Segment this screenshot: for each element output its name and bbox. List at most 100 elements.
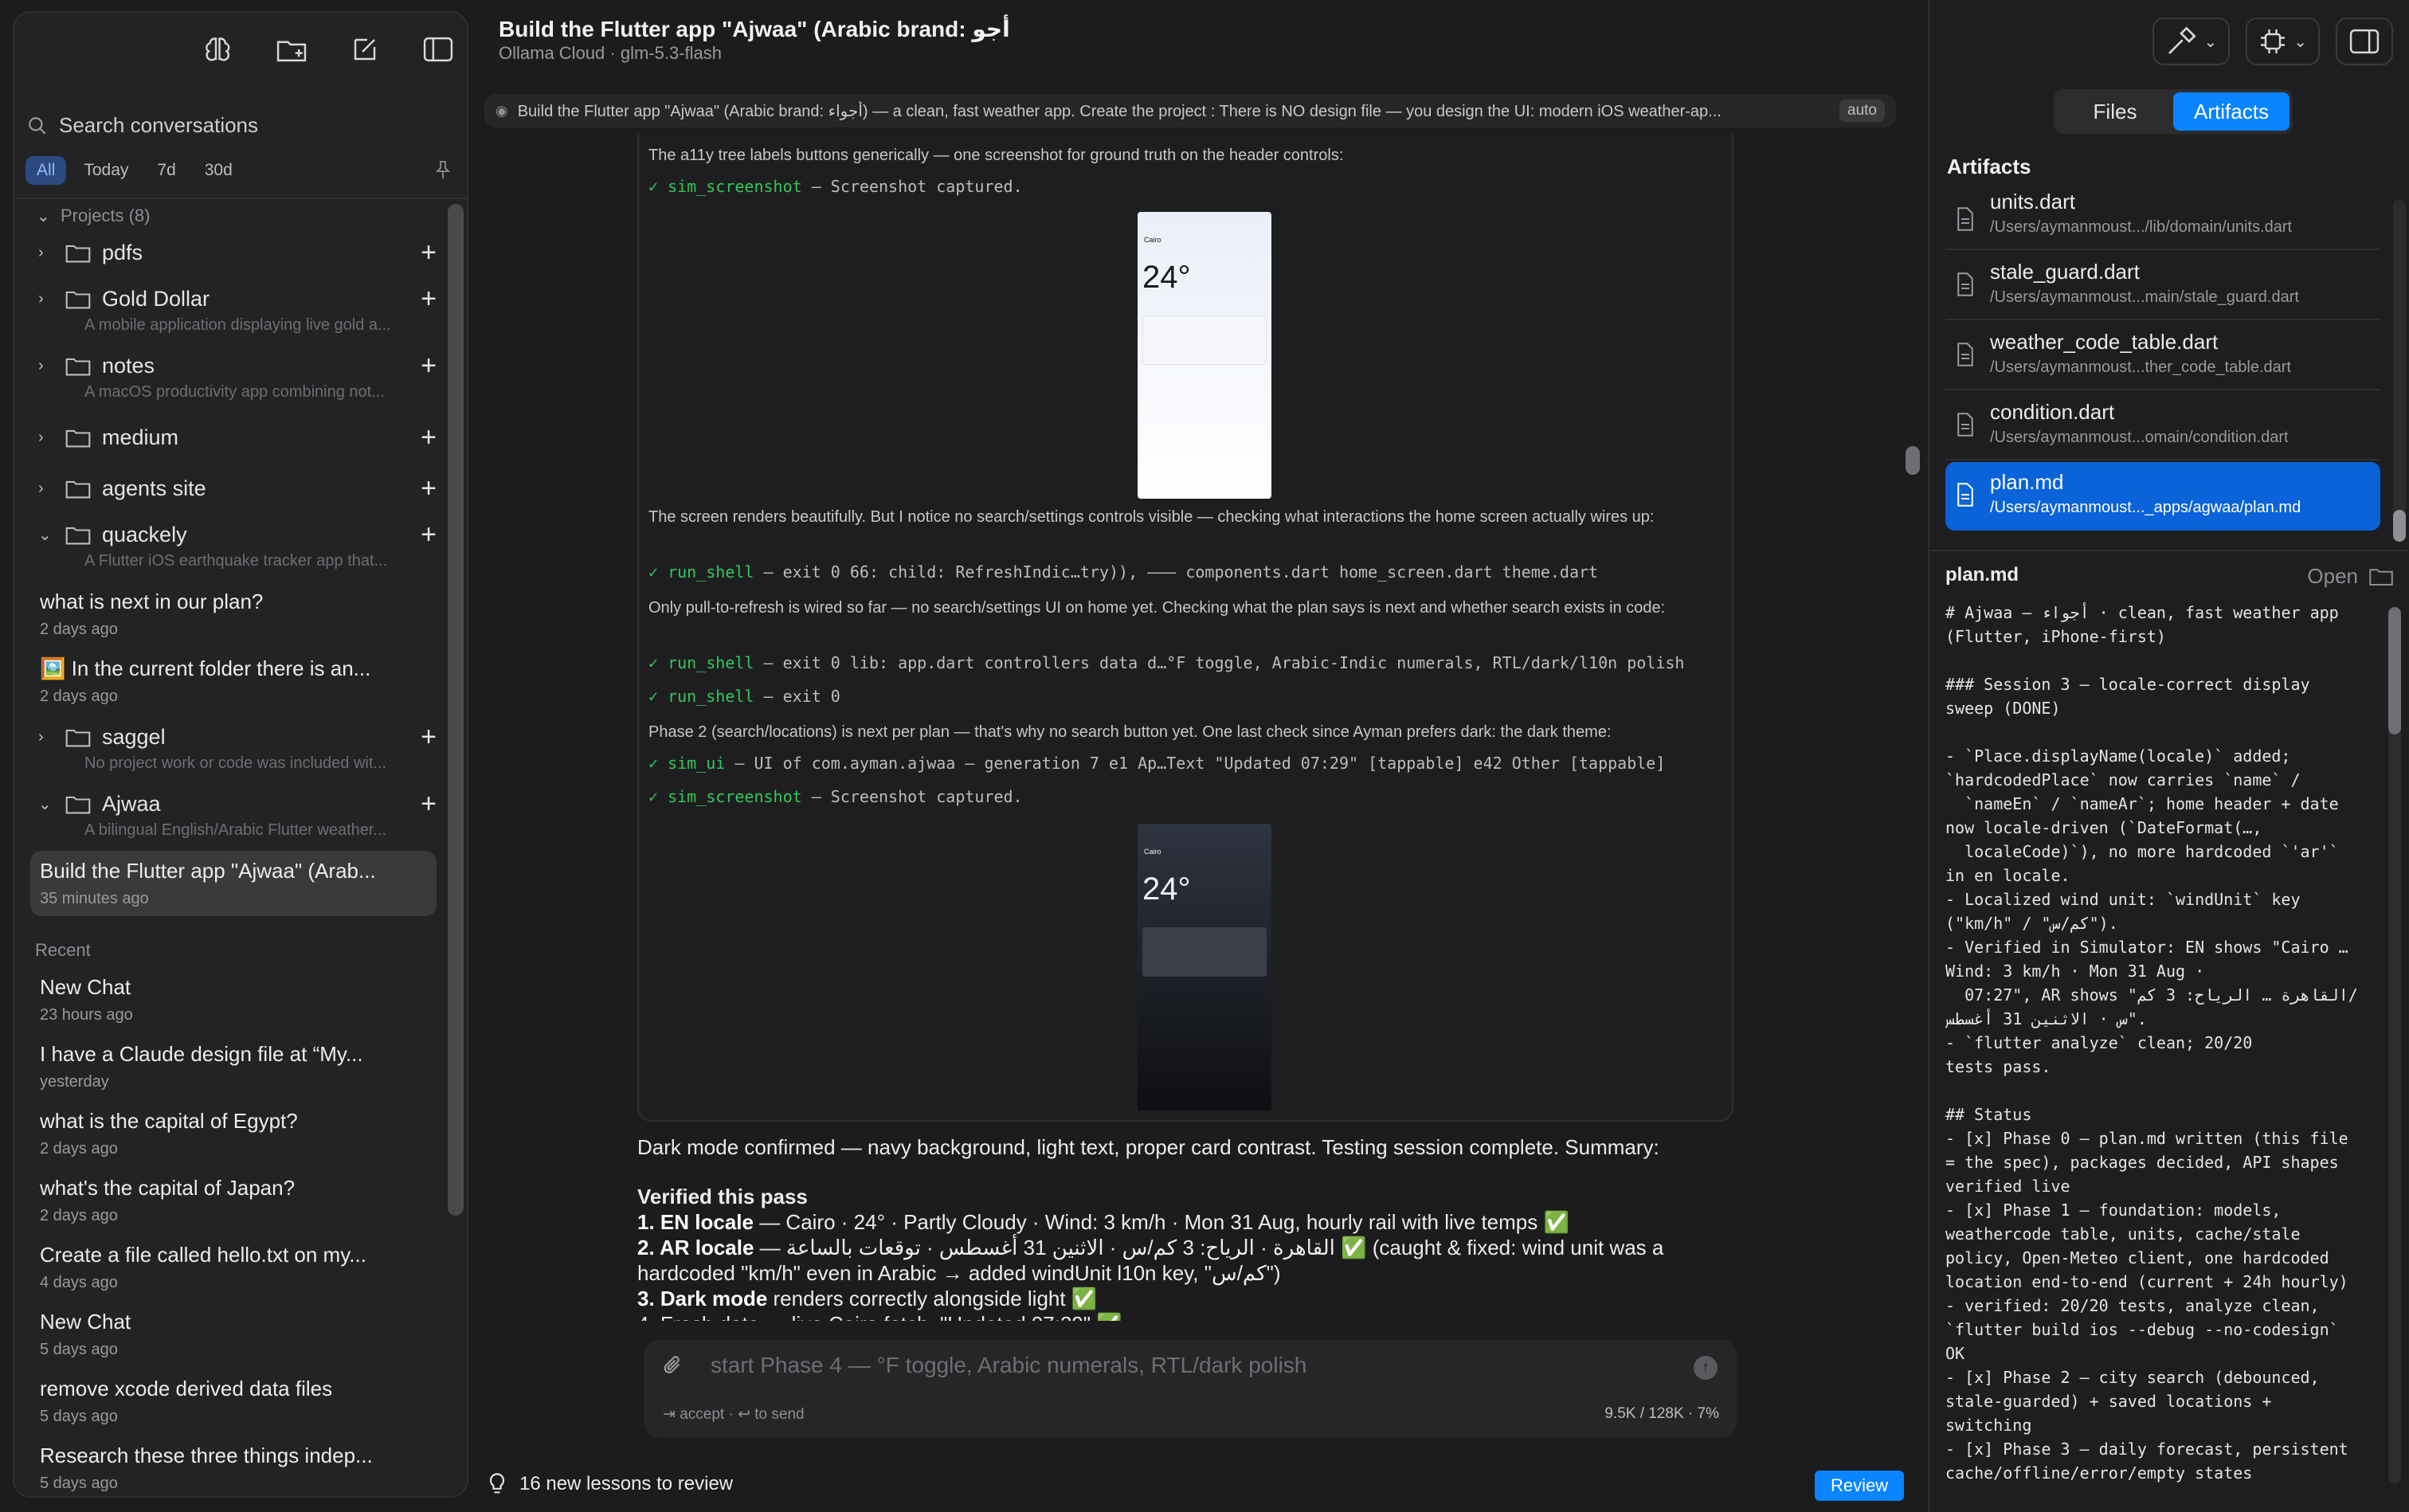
mode-badge[interactable]: auto [1839, 100, 1885, 122]
item-text: — القاهرة · الرياح: 3 كم/س · الاثنين 31 … [637, 1236, 1664, 1285]
project-chat[interactable]: what is next in our plan? 2 days ago [40, 590, 430, 639]
folder-icon [65, 291, 91, 308]
tool-call[interactable]: ✓ sim_ui — UI of com.ayman.ajwaa — gener… [648, 754, 1665, 773]
toggle-sidebar-icon[interactable] [417, 29, 459, 70]
toggle-panel[interactable] [2336, 18, 2393, 65]
project-notes[interactable]: › notes A macOS productivity app combini… [38, 352, 437, 402]
recent-chat[interactable]: I have a Claude design file at “My... ye… [40, 1042, 430, 1091]
add-chat-icon[interactable]: + [421, 521, 437, 548]
projects-header[interactable]: ⌄ Projects (8) [37, 206, 150, 226]
folder-icon[interactable] [2369, 566, 2393, 587]
add-chat-icon[interactable]: + [421, 352, 437, 379]
tool-call[interactable]: ✓ sim_screenshot — Screenshot captured. [648, 787, 1023, 806]
artifact-item[interactable]: weather_code_table.dart /Users/aymanmous… [1945, 322, 2380, 390]
paperclip-icon[interactable] [661, 1353, 685, 1385]
tab-files[interactable]: Files [2057, 92, 2173, 131]
file-line: `hardcodedPlace` now carries `name` / [1945, 770, 2301, 789]
active-chat[interactable]: Build the Flutter app "Ajwaa" (Arab... 3… [30, 851, 437, 916]
tool-call[interactable]: ✓ run_shell — exit 0 lib: app.dart contr… [648, 653, 1684, 672]
recent-chat[interactable]: New Chat 23 hours ago [40, 975, 430, 1024]
tool-call[interactable]: ✓ sim_screenshot — Screenshot captured. [648, 177, 1023, 196]
tools-menu[interactable]: ⌄ [2152, 18, 2231, 65]
folder-icon [65, 729, 91, 746]
add-chat-icon[interactable]: + [421, 723, 437, 750]
artifact-item[interactable]: units.dart /Users/aymanmoust.../lib/doma… [1945, 186, 2380, 250]
recent-chat[interactable]: Create a file called hello.txt on my... … [40, 1243, 430, 1292]
project-agents-site[interactable]: › agents site + [38, 475, 437, 502]
chat-date: 5 days ago [40, 1341, 118, 1358]
project-ajwaa[interactable]: ⌄ Ajwaa A bilingual English/Arabic Flutt… [38, 790, 437, 840]
project-description: A Flutter iOS earthquake tracker app tha… [84, 552, 388, 570]
message-composer[interactable]: start Phase 4 — °F toggle, Arabic numera… [644, 1340, 1737, 1437]
search-conversations[interactable]: Search conversations [27, 113, 258, 138]
artifact-path: /Users/aymanmoust...omain/condition.dart [1990, 429, 2289, 446]
lessons-banner[interactable]: 16 new lessons to review [488, 1472, 733, 1496]
add-chat-icon[interactable]: + [421, 790, 437, 817]
phone-city: Cairo [1144, 236, 1161, 244]
open-file[interactable]: Open [2307, 564, 2393, 589]
check-icon: ✓ [648, 787, 668, 806]
summary-item: 3. Dark mode renders correctly alongside… [637, 1286, 1753, 1311]
project-description: A bilingual English/Arabic Flutter weath… [84, 821, 387, 839]
summary-item: 1. EN locale — Cairo · 24° · Partly Clou… [637, 1209, 1753, 1235]
simulator-screenshot-light: Cairo 24° [1138, 212, 1271, 499]
project-saggel[interactable]: › saggel No project work or code was inc… [38, 723, 437, 773]
compose-icon[interactable] [344, 29, 386, 70]
chevron-right-icon: › [38, 480, 44, 497]
project-medium[interactable]: › medium + [38, 424, 437, 451]
chat-title: New Chat [40, 975, 131, 999]
chip-menu[interactable]: ⌄ [2246, 18, 2320, 65]
new-folder-icon[interactable] [271, 29, 312, 70]
lightbulb-icon [490, 1473, 504, 1494]
transcript-scrollbar[interactable] [1906, 446, 1920, 475]
add-chat-icon[interactable]: + [421, 285, 437, 312]
send-icon[interactable]: ↑ [1694, 1356, 1718, 1380]
add-chat-icon[interactable]: + [421, 475, 437, 502]
file-line: س · الاثنين 31 أغسطس". [1945, 1009, 2147, 1028]
date-filter: All Today 7d 30d [25, 156, 456, 185]
project-chat[interactable]: 🖼️ In the current folder there is an... … [40, 656, 430, 706]
review-button[interactable]: Review [1815, 1471, 1905, 1501]
pin-icon[interactable] [433, 159, 452, 186]
file-line: - Localized wind unit: `windUnit` key [1945, 890, 2301, 909]
tool-name: run_shell [668, 653, 754, 672]
chat-title: 🖼️ In the current folder there is an... [40, 656, 371, 680]
filter-7d[interactable]: 7d [146, 156, 186, 185]
filter-30d[interactable]: 30d [194, 156, 244, 185]
project-quackely[interactable]: ⌄ quackely A Flutter iOS earthquake trac… [38, 521, 437, 570]
artifact-item-selected[interactable]: plan.md /Users/aymanmoust..._apps/agwaa/… [1945, 462, 2380, 531]
project-description: A mobile application displaying live gol… [84, 316, 391, 334]
preview-scrollbar[interactable] [2388, 607, 2401, 1483]
project-pdfs[interactable]: › pdfs + [38, 239, 437, 266]
artifact-item[interactable]: condition.dart /Users/aymanmoust...omain… [1945, 392, 2380, 460]
brain-icon[interactable] [198, 29, 239, 70]
tab-artifacts[interactable]: Artifacts [2173, 92, 2290, 131]
project-name: quackely [102, 523, 187, 546]
add-chat-icon[interactable]: + [421, 239, 437, 266]
pinned-prompt[interactable]: ◉ Build the Flutter app "Ajwaa" (Arabic … [484, 94, 1896, 127]
file-line: verified live [1945, 1177, 2070, 1196]
tool-call[interactable]: ✓ run_shell — exit 0 [648, 687, 840, 706]
file-line: stale-guarded) + saved locations + [1945, 1392, 2272, 1411]
sidebar-toolbar [198, 29, 459, 70]
recent-chat[interactable]: what is the capital of Egypt? 2 days ago [40, 1109, 430, 1158]
check-icon: ✓ [648, 653, 668, 672]
project-gold-dollar[interactable]: › Gold Dollar A mobile application displ… [38, 285, 437, 335]
open-label[interactable]: Open [2307, 564, 2358, 589]
add-chat-icon[interactable]: + [421, 424, 437, 451]
tool-result: — Screenshot captured. [801, 787, 1023, 806]
recent-chat[interactable]: New Chat 5 days ago [40, 1310, 430, 1359]
recent-chat[interactable]: remove xcode derived data files 5 days a… [40, 1377, 430, 1426]
recent-chat[interactable]: what's the capital of Japan? 2 days ago [40, 1176, 430, 1225]
recent-chat[interactable]: Research these three things indep... 5 d… [40, 1443, 430, 1493]
filter-all[interactable]: All [25, 156, 67, 185]
composer-input[interactable]: start Phase 4 — °F toggle, Arabic numera… [711, 1353, 1306, 1378]
sidebar-scrollbar[interactable] [448, 204, 464, 1216]
chat-date: 4 days ago [40, 1274, 118, 1291]
artifact-item[interactable]: stale_guard.dart /Users/aymanmoust...mai… [1945, 252, 2380, 320]
artifacts-scrollbar[interactable] [2393, 199, 2406, 542]
artifact-name: stale_guard.dart [1990, 260, 2140, 284]
artifact-path: /Users/aymanmoust...ther_code_table.dart [1990, 358, 2291, 376]
tool-call[interactable]: ✓ run_shell — exit 0 66: child: RefreshI… [648, 562, 1598, 582]
filter-today[interactable]: Today [72, 156, 139, 185]
